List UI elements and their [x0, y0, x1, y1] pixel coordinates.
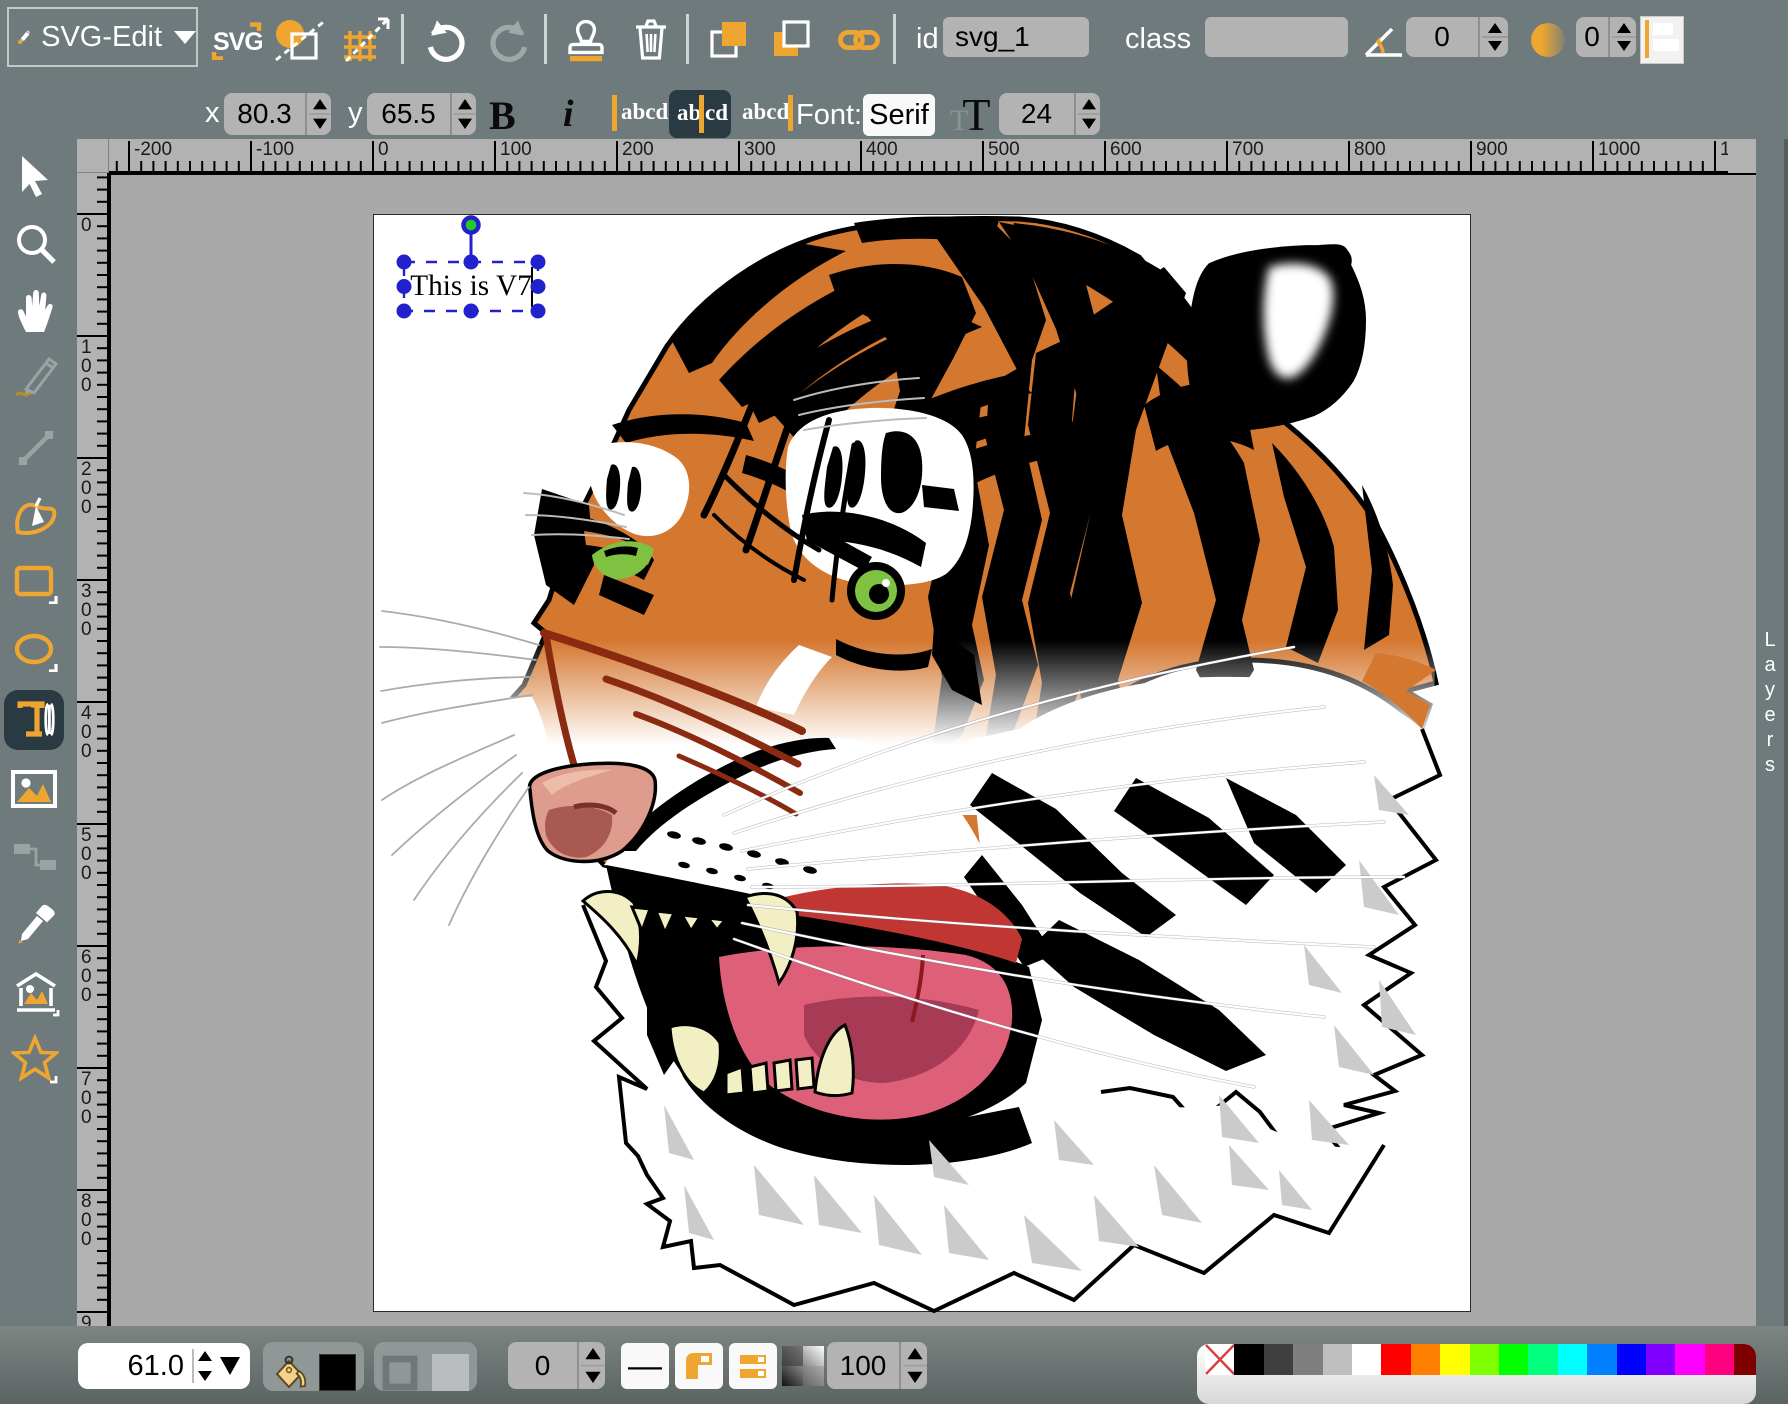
svg-text:0: 0 [81, 478, 92, 499]
svg-text:3: 3 [81, 581, 92, 602]
svg-text:0: 0 [378, 139, 389, 160]
svg-text:8: 8 [81, 1191, 92, 1212]
svg-text:0: 0 [81, 1107, 92, 1128]
svg-text:0: 0 [81, 1088, 92, 1109]
svg-text:500: 500 [988, 139, 1020, 160]
svg-text:0: 0 [81, 600, 92, 621]
svg-text:0: 0 [81, 215, 92, 236]
svg-text:700: 700 [1232, 139, 1264, 160]
svg-text:0: 0 [81, 619, 92, 640]
svg-text:-200: -200 [134, 139, 172, 160]
svg-text:This is V7: This is V7 [410, 270, 532, 302]
svg-text:600: 600 [1110, 139, 1142, 160]
svg-text:7: 7 [81, 1069, 92, 1090]
svg-text:200: 200 [622, 139, 654, 160]
svg-text:100: 100 [500, 139, 532, 160]
svg-text:0: 0 [81, 985, 92, 1006]
svg-text:0: 0 [81, 1229, 92, 1250]
svg-text:1000: 1000 [1598, 139, 1640, 160]
svg-text:0: 0 [81, 863, 92, 884]
svg-text:0: 0 [81, 497, 92, 518]
svg-text:0: 0 [81, 966, 92, 987]
svg-text:SVG: SVG [213, 28, 262, 56]
svg-text:0: 0 [81, 722, 92, 743]
svg-text:9: 9 [81, 1313, 92, 1326]
svg-text:0: 0 [81, 375, 92, 396]
svg-text:6: 6 [81, 947, 92, 968]
svg-text:5: 5 [81, 825, 92, 846]
svg-text:0: 0 [81, 1210, 92, 1231]
svg-text:0: 0 [81, 741, 92, 762]
svg-text:900: 900 [1476, 139, 1508, 160]
svg-text:4: 4 [81, 703, 92, 724]
svg-text:1100: 1100 [1720, 139, 1728, 160]
svg-text:0: 0 [81, 356, 92, 377]
svg-text:2: 2 [81, 459, 92, 480]
svg-text:800: 800 [1354, 139, 1386, 160]
svg-text:0: 0 [81, 844, 92, 865]
svg-text:-100: -100 [256, 139, 294, 160]
svg-text:1: 1 [81, 337, 92, 358]
svg-text:300: 300 [744, 139, 776, 160]
svg-text:400: 400 [866, 139, 898, 160]
